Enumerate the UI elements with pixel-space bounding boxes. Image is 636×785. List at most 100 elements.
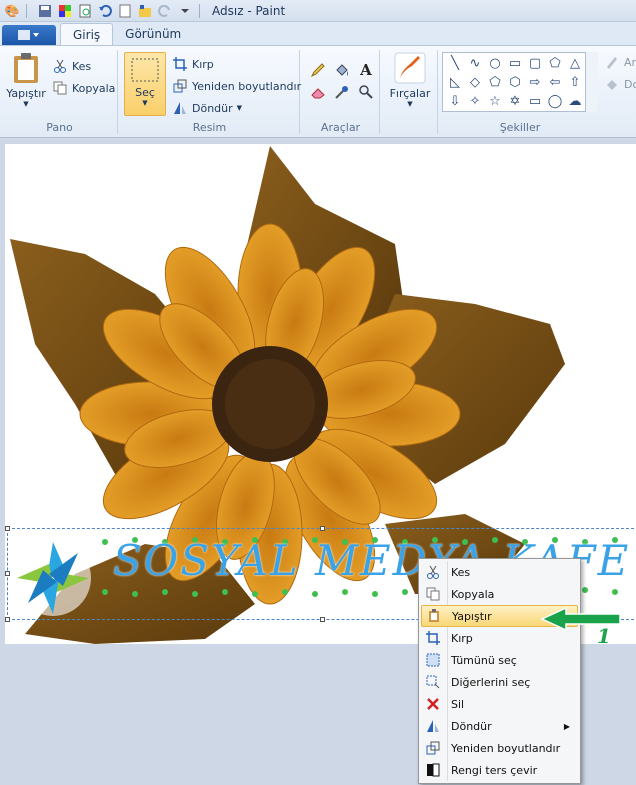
- callout-rect-shape-icon[interactable]: ▭: [525, 92, 545, 111]
- group-label-araclar: Araçlar: [320, 121, 361, 134]
- ctx-item-resize[interactable]: Yeniden boyutlandır: [421, 737, 578, 759]
- five-point-star-shape-icon[interactable]: ☆: [485, 92, 505, 111]
- select-rect-icon: [130, 57, 160, 86]
- select-all-icon: [421, 653, 445, 667]
- selection-handle-bl[interactable]: [5, 617, 10, 622]
- copy-button[interactable]: Kopyala: [52, 80, 115, 96]
- print-preview-icon[interactable]: [77, 3, 93, 19]
- outline-button[interactable]: Ar: [604, 54, 636, 70]
- brushes-label: Fırçalar: [389, 87, 431, 100]
- color-picker-icon[interactable]: [331, 82, 353, 102]
- ctx-item-select-all[interactable]: Tümünü seç: [421, 649, 578, 671]
- pentagon-shape-icon[interactable]: ⬠: [485, 73, 505, 92]
- invert-color-icon: [421, 763, 445, 777]
- brush-icon: [394, 52, 426, 87]
- qat-dropdown-icon[interactable]: [177, 3, 193, 19]
- ctx-item-invert-color[interactable]: Rengi ters çevir: [421, 759, 578, 781]
- context-menu: Kes Kopyala Yapıştır Kırp Tümünü seç Diğ…: [418, 558, 581, 784]
- rotate-icon: [421, 719, 445, 733]
- new-file-icon[interactable]: [117, 3, 133, 19]
- selection-handle-l[interactable]: [5, 571, 10, 576]
- delete-icon: [421, 697, 445, 711]
- group-araclar: A Araçlar: [302, 50, 380, 134]
- save-icon[interactable]: [37, 3, 53, 19]
- shapes-scrollbar[interactable]: [585, 52, 598, 112]
- eraser-icon[interactable]: [307, 82, 329, 102]
- annotation-number: 1: [597, 624, 611, 648]
- fill-shape-icon: [604, 76, 620, 92]
- cut-button[interactable]: Kes: [52, 58, 91, 74]
- selection-handle-b[interactable]: [320, 617, 325, 622]
- paint-app-icon[interactable]: 🎨: [4, 3, 20, 19]
- undo-icon[interactable]: [97, 3, 113, 19]
- down-arrow-shape-icon[interactable]: ⇩: [445, 92, 465, 111]
- callout-oval-shape-icon[interactable]: ◯: [545, 92, 565, 111]
- outline-label: Ar: [624, 55, 636, 69]
- qat-separator: [26, 3, 27, 18]
- group-label-pano: Pano: [46, 121, 73, 134]
- up-arrow-shape-icon[interactable]: ⇧: [565, 73, 585, 92]
- group-label-resim: Resim: [192, 121, 227, 134]
- clipboard-icon: [11, 52, 41, 87]
- tools-grid: A: [307, 60, 377, 102]
- select-dropdown-icon: ▼: [142, 99, 148, 107]
- title-separator: [199, 3, 200, 18]
- rotate-button[interactable]: Döndür ▼: [172, 100, 242, 116]
- ctx-label-invert-color: Rengi ters çevir: [451, 763, 538, 777]
- curve-shape-icon[interactable]: ∿: [465, 54, 485, 73]
- callout-cloud-shape-icon[interactable]: ☁: [565, 92, 585, 111]
- ctx-item-invert-selection[interactable]: Diğerlerini seç: [421, 671, 578, 693]
- line-shape-icon[interactable]: ╲: [445, 54, 465, 73]
- fill-button[interactable]: Do: [604, 76, 636, 92]
- six-point-star-shape-icon[interactable]: ✡: [505, 92, 525, 111]
- triangle-shape-icon[interactable]: △: [565, 54, 585, 73]
- rotate-icon: [172, 100, 188, 116]
- hexagon-shape-icon[interactable]: ⬡: [505, 73, 525, 92]
- tab-gorunum[interactable]: Görünüm: [113, 23, 193, 45]
- ctx-item-copy[interactable]: Kopyala: [421, 583, 578, 605]
- brushes-button[interactable]: Fırçalar ▼: [386, 52, 434, 108]
- rectangle-shape-icon[interactable]: ▭: [505, 54, 525, 73]
- redo-icon[interactable]: [157, 3, 173, 19]
- brushes-dropdown-icon: ▼: [407, 100, 413, 108]
- tab-giris[interactable]: Giriş: [60, 23, 114, 45]
- ribbon-tabs: Giriş Görünüm: [0, 22, 636, 46]
- paint-menu-button[interactable]: [2, 25, 56, 45]
- group-brushes: Fırçalar ▼: [382, 50, 438, 134]
- magnifier-icon[interactable]: [355, 82, 377, 102]
- ctx-label-copy: Kopyala: [451, 587, 495, 601]
- scissors-icon: [52, 58, 68, 74]
- clipboard-icon: [422, 609, 446, 623]
- oval-shape-icon[interactable]: ○: [485, 54, 505, 73]
- scissors-icon: [421, 565, 445, 579]
- pencil-icon[interactable]: [307, 60, 329, 80]
- selection-handle-t[interactable]: [320, 526, 325, 531]
- polygon-shape-icon[interactable]: ⬠: [545, 54, 565, 73]
- ctx-label-select-all: Tümünü seç: [451, 653, 517, 667]
- fill-bucket-icon[interactable]: [331, 60, 353, 80]
- resize-label: Yeniden boyutlandır: [192, 79, 302, 93]
- text-icon[interactable]: A: [355, 60, 377, 80]
- paste-dropdown-icon: ▼: [23, 100, 29, 108]
- crop-button[interactable]: Kırp: [172, 56, 214, 72]
- rounded-rect-shape-icon[interactable]: ▢: [525, 54, 545, 73]
- crop-label: Kırp: [192, 57, 214, 71]
- palette-icon[interactable]: [57, 3, 73, 19]
- open-icon[interactable]: [137, 3, 153, 19]
- four-point-star-shape-icon[interactable]: ✧: [465, 92, 485, 111]
- right-arrow-shape-icon[interactable]: ⇨: [525, 73, 545, 92]
- ctx-item-cut[interactable]: Kes: [421, 561, 578, 583]
- right-triangle-shape-icon[interactable]: ◺: [445, 73, 465, 92]
- diamond-shape-icon[interactable]: ◇: [465, 73, 485, 92]
- resize-button[interactable]: Yeniden boyutlandır: [172, 78, 301, 94]
- left-arrow-shape-icon[interactable]: ⇦: [545, 73, 565, 92]
- ctx-item-delete[interactable]: Sil: [421, 693, 578, 715]
- copy-icon: [52, 80, 68, 96]
- select-button[interactable]: Seç ▼: [124, 52, 166, 116]
- ctx-label-paste: Yapıştır: [452, 609, 492, 623]
- resize-icon: [172, 78, 188, 94]
- selection-handle-tl[interactable]: [5, 526, 10, 531]
- ctx-item-rotate[interactable]: Döndür ▶: [421, 715, 578, 737]
- rotate-label: Döndür: [192, 101, 233, 115]
- paste-button[interactable]: Yapıştır ▼: [4, 52, 48, 108]
